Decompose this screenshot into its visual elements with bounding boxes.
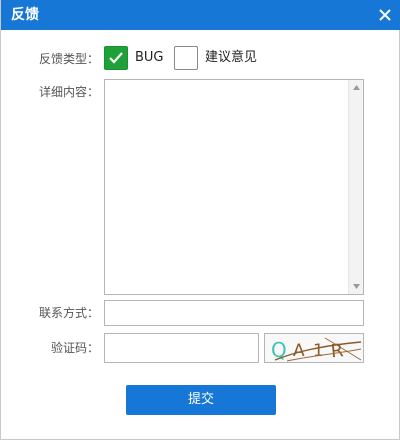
dialog-title: 反馈 — [11, 7, 39, 23]
submit-button[interactable]: 提交 — [126, 385, 276, 415]
scroll-down-button[interactable] — [349, 279, 364, 294]
scroll-up-icon — [353, 85, 360, 90]
close-icon — [379, 9, 391, 21]
contact-label: 联系方式： — [38, 306, 99, 320]
checkbox-bug[interactable] — [104, 46, 128, 70]
checkbox-suggestion[interactable] — [174, 46, 198, 70]
checkbox-bug-label: BUG — [135, 50, 164, 65]
checkbox-suggestion-label: 建议意见 — [205, 50, 258, 65]
check-icon — [109, 52, 123, 64]
details-label: 详细内容： — [38, 85, 99, 99]
captcha-image[interactable]: Q A 1 R — [264, 333, 364, 363]
scroll-up-button[interactable] — [349, 80, 364, 95]
details-textarea[interactable] — [105, 80, 348, 294]
title-bar: 反馈 — [1, 0, 400, 30]
captcha-char: 1 — [313, 341, 324, 361]
feedback-type-label: 反馈类型： — [38, 52, 99, 66]
close-button[interactable] — [375, 5, 395, 25]
captcha-input[interactable] — [104, 333, 259, 363]
feedback-dialog: 反馈 反馈类型： BUG 建议意见 详细内容： 联系方式： 验证码： Q A 1… — [0, 0, 400, 440]
details-scrollbar[interactable] — [348, 80, 363, 294]
captcha-label: 验证码： — [50, 341, 99, 355]
contact-input[interactable] — [104, 300, 364, 326]
scroll-down-icon — [353, 284, 360, 289]
details-field — [104, 79, 364, 295]
